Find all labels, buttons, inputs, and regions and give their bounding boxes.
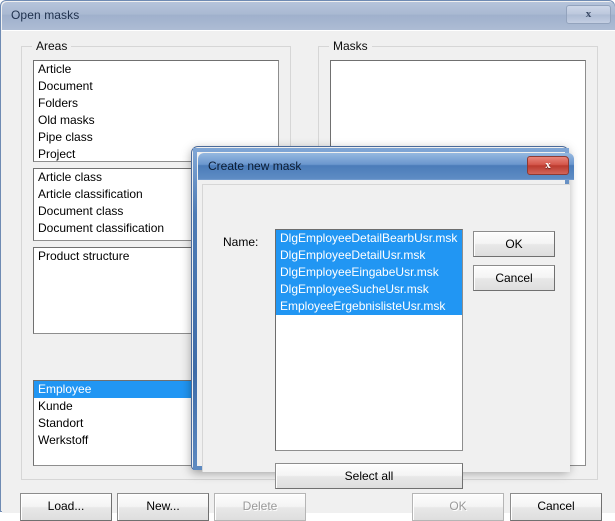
delete-button: Delete [214,493,306,521]
list-item[interactable]: Document [34,78,278,95]
list-item[interactable]: Folders [34,95,278,112]
child-titlebar[interactable]: Create new mask x [198,153,574,180]
groupbox-masks-label: Masks [329,39,372,53]
list-item[interactable]: DlgEmployeeDetailUsr.msk [276,247,462,264]
parent-window-title: Open masks [11,8,80,22]
list-item[interactable]: Article [34,61,278,78]
dialog-cancel-button[interactable]: Cancel [473,265,555,291]
list-item[interactable]: Pipe class [34,129,278,146]
parent-titlebar[interactable]: Open masks x [2,2,615,30]
close-icon[interactable]: x [566,5,611,24]
dialog-ok-button[interactable]: OK [473,231,555,257]
load-button[interactable]: Load... [20,493,112,521]
create-new-mask-dialog: Create new mask x Name: DlgEmployeeDetai… [191,146,574,489]
child-client-area: Name: DlgEmployeeDetailBearbUsr.msk DlgEm… [202,184,570,489]
list-item[interactable]: DlgEmployeeEingabeUsr.msk [276,264,462,281]
groupbox-areas-label: Areas [32,39,72,53]
list-item[interactable]: EmployeeErgebnislisteUsr.msk [276,298,462,315]
cancel-button[interactable]: Cancel [510,493,602,521]
list-item[interactable]: DlgEmployeeSucheUsr.msk [276,281,462,298]
mask-name-listbox[interactable]: DlgEmployeeDetailBearbUsr.msk DlgEmployee… [275,229,463,451]
child-dialog-frame: Create new mask x Name: DlgEmployeeDetai… [193,148,574,489]
list-item[interactable]: DlgEmployeeDetailBearbUsr.msk [276,230,462,247]
new-button[interactable]: New... [117,493,209,521]
select-all-button[interactable]: Select all [275,463,463,489]
child-dialog-title: Create new mask [208,159,302,173]
close-icon[interactable]: x [527,156,569,175]
list-item[interactable]: Old masks [34,112,278,129]
name-label: Name: [223,235,259,249]
ok-button: OK [412,493,504,521]
